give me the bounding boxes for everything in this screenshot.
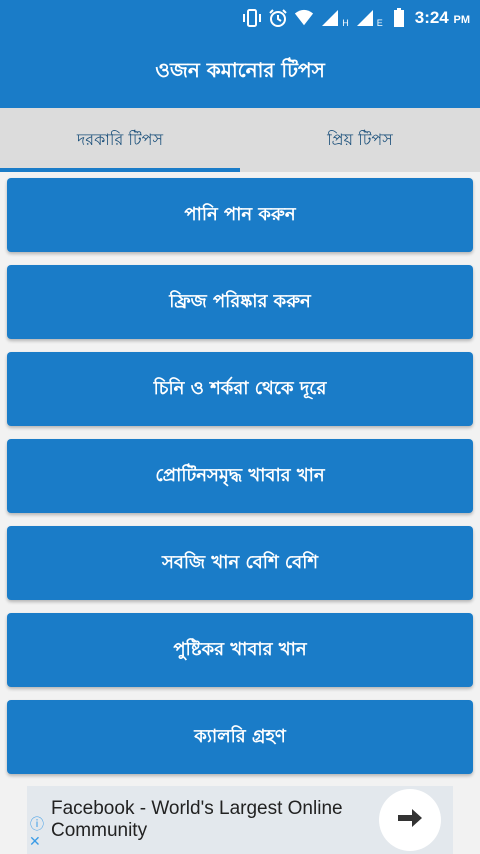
close-icon[interactable]: ✕ (29, 834, 45, 852)
ad-cta-button[interactable] (379, 789, 441, 851)
tip-button-protein-food[interactable]: প্রোটিনসমৃদ্ধ খাবার খান (7, 439, 473, 513)
tip-button-drink-water[interactable]: পানি পান করুন (7, 178, 473, 252)
tab-necessary-tips[interactable]: দরকারি টিপস (0, 108, 240, 172)
app-bar: ওজন কমানোর টিপস (0, 36, 480, 108)
network-type-label: H (342, 18, 349, 28)
app-title: ওজন কমানোর টিপস (155, 57, 325, 82)
tip-button-calorie-intake[interactable]: ক্যালরি গ্রহণ (7, 700, 473, 774)
tips-list: পানি পান করুন ফ্রিজ পরিষ্কার করুন চিনি ও… (7, 178, 473, 787)
tab-bar: দরকারি টিপস প্রিয় টিপস (0, 108, 480, 172)
arrow-right-icon (396, 806, 424, 834)
wifi-icon (294, 8, 314, 28)
ad-text[interactable]: Facebook - World's Largest Online Commun… (51, 798, 381, 842)
alarm-icon (268, 8, 288, 28)
tab-favorite-tips[interactable]: প্রিয় টিপস (240, 108, 480, 172)
tip-button-clean-fridge[interactable]: ফ্রিজ পরিষ্কার করুন (7, 265, 473, 339)
status-icons: H E 3:24 PM (242, 0, 470, 36)
tip-button-nutritious-food[interactable]: পুষ্টিকর খাবার খান (7, 613, 473, 687)
status-bar: H E 3:24 PM (0, 0, 480, 36)
ad-banner[interactable]: ⓘ ✕ Facebook - World's Largest Online Co… (27, 786, 453, 854)
vibrate-icon (242, 8, 262, 28)
clock: 3:24 PM (414, 8, 470, 27)
signal-icon (320, 8, 340, 28)
network-type-label: E (376, 18, 383, 28)
battery-icon (389, 8, 409, 28)
tip-button-eat-vegetables[interactable]: সবজি খান বেশি বেশি (7, 526, 473, 600)
tip-button-avoid-sugar[interactable]: চিনি ও শর্করা থেকে দূরে (7, 352, 473, 426)
signal-icon (355, 8, 375, 28)
info-icon[interactable]: ⓘ (27, 814, 47, 834)
